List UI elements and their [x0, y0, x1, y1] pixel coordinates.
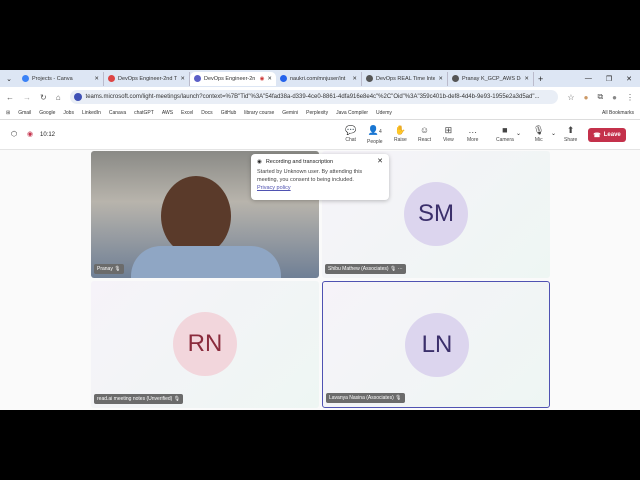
menu-icon[interactable]: ⋮: [626, 93, 634, 102]
browser-tab[interactable]: Pranay K_GCP_AWS Dev ✕: [448, 71, 534, 86]
site-info-icon[interactable]: [73, 93, 82, 101]
browser-tab[interactable]: naukri.com/mnjuser/int ✕: [276, 71, 362, 86]
apps-icon[interactable]: ⊞: [6, 110, 10, 116]
url-input[interactable]: teams.microsoft.com/light-meetings/launc…: [69, 90, 559, 104]
participant-name: Pranay 🎙: [94, 264, 124, 274]
chat-button[interactable]: 💬 Chat: [345, 125, 357, 144]
bookmark-docs[interactable]: Docs: [201, 110, 212, 116]
mic-button[interactable]: 🎙 Mic: [533, 125, 545, 144]
camera-icon: ■: [502, 125, 508, 135]
close-icon[interactable]: ✕: [438, 76, 443, 82]
bookmark-gmail[interactable]: Gmail: [18, 110, 31, 116]
close-icon[interactable]: ✕: [94, 76, 99, 82]
meeting-timer: 10:12: [40, 132, 56, 138]
share-icon: ⬆: [566, 125, 575, 135]
bookmark-google[interactable]: Google: [39, 110, 55, 116]
avatar: RN: [173, 312, 237, 376]
raise-hand-button[interactable]: ✋ Raise: [394, 125, 407, 144]
notification-body: Started by Unknown user. By attending th…: [257, 169, 363, 183]
browser-tab-active[interactable]: DevOps Engineer-2n ◉ ✕: [190, 71, 276, 86]
hand-icon: ✋: [394, 125, 406, 135]
participant-tile[interactable]: RN read.ai meeting notes (Unverified) 🎙: [91, 281, 319, 408]
recording-icon: ◉: [259, 75, 265, 82]
tab-strip: ⌄ Projects - Canva ✕ DevOps Engineer-2nd …: [0, 70, 640, 87]
chat-icon: 💬: [345, 125, 357, 135]
mic-icon: 🎙: [533, 125, 545, 135]
bookmark-library-course[interactable]: library course: [244, 110, 274, 116]
camera-options-chevron-icon[interactable]: ⌄: [516, 130, 521, 137]
people-button[interactable]: 👤4 People: [367, 125, 383, 146]
home-icon[interactable]: ⌂: [56, 93, 61, 102]
more-button[interactable]: … More: [467, 125, 478, 144]
people-icon: 👤4: [367, 125, 382, 136]
minimize-icon[interactable]: —: [585, 75, 592, 83]
record-icon: ◉: [257, 159, 262, 165]
favicon-icon: [452, 75, 459, 82]
bookmark-java-compiler[interactable]: Java Compiler: [336, 110, 368, 116]
close-icon[interactable]: ✕: [267, 76, 272, 82]
browser-tab[interactable]: DevOps REAL Time Inter ✕: [362, 71, 448, 86]
participant-name: Lavanya Nasina (Associates) 🎙: [326, 393, 405, 403]
bookmark-gemini[interactable]: Gemini: [282, 110, 298, 116]
bookmarks-bar: ⊞ Gmail Google Jobs LinkedIn Canava chat…: [0, 107, 640, 120]
avatar: SM: [404, 182, 468, 246]
participant-video: [161, 176, 231, 256]
privacy-policy-link[interactable]: Privacy policy: [257, 185, 291, 191]
extensions-icon[interactable]: ⧉: [597, 92, 603, 102]
react-button[interactable]: ☺ React: [418, 125, 431, 144]
avatar: LN: [405, 313, 469, 377]
close-window-icon[interactable]: ✕: [626, 75, 632, 83]
restore-icon[interactable]: ❐: [606, 75, 612, 83]
bookmark-linkedin[interactable]: LinkedIn: [82, 110, 101, 116]
browser-tab[interactable]: Projects - Canva ✕: [18, 71, 104, 86]
profile-avatar[interactable]: ●: [612, 93, 617, 102]
grid-icon: ⊞: [444, 125, 453, 135]
close-icon[interactable]: ✕: [377, 158, 383, 166]
reload-icon[interactable]: ↻: [40, 93, 47, 102]
phone-hangup-icon: ☎: [593, 132, 601, 139]
camera-button[interactable]: ■ Camera: [496, 125, 514, 144]
browser-tab[interactable]: DevOps Engineer-2nd Tr ✕: [104, 71, 190, 86]
address-bar-row: ← → ↻ ⌂ teams.microsoft.com/light-meetin…: [0, 87, 640, 107]
smile-icon: ☺: [419, 125, 430, 135]
bookmark-chatgpt[interactable]: chatGPT: [134, 110, 154, 116]
bookmark-github[interactable]: GitHub: [221, 110, 237, 116]
favicon-icon: [280, 75, 287, 82]
view-button[interactable]: ⊞ View: [443, 125, 454, 144]
favicon-icon: [366, 75, 373, 82]
bookmark-udemy[interactable]: Udemy: [376, 110, 392, 116]
bookmark-canava[interactable]: Canava: [109, 110, 126, 116]
more-icon: …: [468, 125, 478, 135]
mic-options-chevron-icon[interactable]: ⌄: [551, 130, 556, 137]
bookmark-star-icon[interactable]: ☆: [567, 93, 574, 102]
bookmark-jobs[interactable]: Jobs: [63, 110, 74, 116]
participant-video-body: [131, 246, 281, 278]
participant-name: Shibu Mathew (Associates) 🎙 ···: [325, 264, 406, 274]
share-button[interactable]: ⬆ Share: [564, 125, 577, 144]
extension-icon[interactable]: ●: [584, 93, 589, 102]
shield-icon: ⬡: [11, 131, 18, 138]
participant-name: read.ai meeting notes (Unverified) 🎙: [94, 394, 184, 404]
bookmark-aws[interactable]: AWS: [162, 110, 173, 116]
meeting-toolbar: ⬡ ◉ 10:12 💬 Chat 👤4 People ✋ Raise ☺ React ⊞…: [0, 120, 640, 150]
new-tab-button[interactable]: +: [538, 74, 543, 84]
bookmark-perplexity[interactable]: Perplexity: [306, 110, 328, 116]
tab-search-icon[interactable]: ⌄: [0, 75, 18, 83]
back-icon[interactable]: ←: [6, 93, 14, 102]
recording-icon: ◉: [27, 131, 34, 138]
close-icon[interactable]: ✕: [524, 76, 529, 82]
favicon-icon: [22, 75, 29, 82]
close-icon[interactable]: ✕: [352, 76, 357, 82]
forward-icon[interactable]: →: [23, 93, 31, 102]
gmail-icon: [108, 75, 115, 82]
teams-icon: [194, 75, 201, 82]
participant-tile-speaking[interactable]: LN Lavanya Nasina (Associates) 🎙: [322, 281, 550, 408]
bookmark-excel[interactable]: Excel: [181, 110, 193, 116]
close-icon[interactable]: ✕: [180, 76, 185, 82]
leave-button[interactable]: ☎ Leave: [588, 128, 626, 142]
all-bookmarks[interactable]: All Bookmarks: [602, 110, 634, 116]
recording-notification: ◉ Recording and transcription ✕ Started by…: [251, 154, 389, 200]
